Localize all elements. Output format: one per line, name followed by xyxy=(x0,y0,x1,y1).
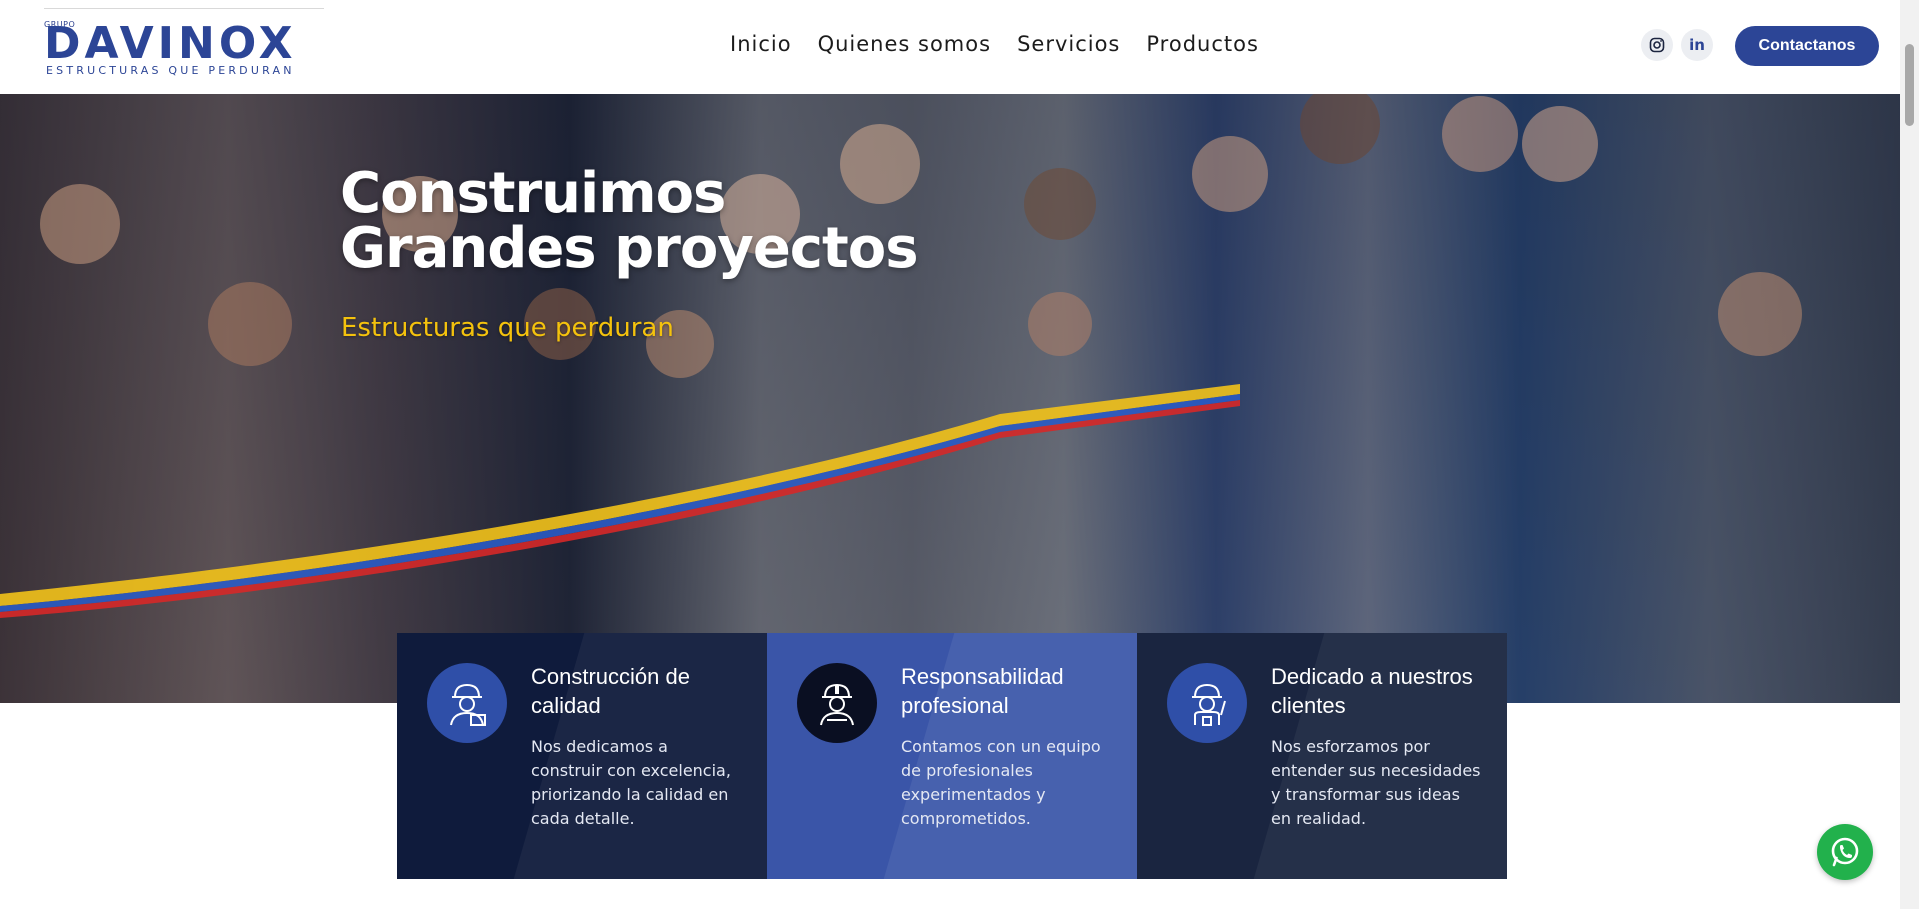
logo-tagline: ESTRUCTURAS QUE PERDURAN xyxy=(46,64,295,77)
worker-helmet-icon xyxy=(797,663,877,743)
main-nav: Inicio Quienes somos Servicios Productos xyxy=(730,32,1259,56)
feature-title: Responsabilidad profesional xyxy=(901,664,1064,718)
nav-quienes-somos[interactable]: Quienes somos xyxy=(818,32,991,56)
linkedin-icon[interactable]: in xyxy=(1681,29,1713,61)
whatsapp-icon[interactable] xyxy=(1817,824,1873,880)
feature-card-clients: Dedicado a nuestros clientes Nos esforza… xyxy=(1137,633,1507,879)
instagram-icon[interactable] xyxy=(1641,29,1673,61)
nav-productos[interactable]: Productos xyxy=(1146,32,1259,56)
logo-divider xyxy=(44,8,324,9)
feature-title: Dedicado a nuestros clientes xyxy=(1271,664,1473,718)
linkedin-glyph: in xyxy=(1689,36,1705,54)
worker-wave-icon xyxy=(1167,663,1247,743)
site-header: GRUPO DAVINOX ESTRUCTURAS QUE PERDURAN I… xyxy=(0,0,1900,94)
logo-brand: DAVINOX xyxy=(44,18,297,69)
hero-title-line-1: Construimos xyxy=(340,161,726,226)
davinox-logo[interactable]: GRUPO DAVINOX ESTRUCTURAS QUE PERDURAN xyxy=(44,8,324,78)
feature-text: Nos esforzamos por entender sus necesida… xyxy=(1271,737,1481,828)
hero-title-line-2: Grandes proyectos xyxy=(340,216,919,281)
feature-card-quality: Construcción de calidad Nos dedicamos a … xyxy=(397,633,767,879)
hero-banner: Construimos Grandes proyectos Estructura… xyxy=(0,94,1900,703)
feature-cards: Construcción de calidad Nos dedicamos a … xyxy=(397,633,1507,879)
worker-tools-icon xyxy=(427,663,507,743)
feature-text: Contamos con un equipo de profesionales … xyxy=(901,737,1101,828)
nav-servicios[interactable]: Servicios xyxy=(1017,32,1120,56)
feature-title: Construcción de calidad xyxy=(531,664,690,718)
feature-card-responsibility: Responsabilidad profesional Contamos con… xyxy=(767,633,1137,879)
hero-photo xyxy=(0,94,1900,703)
feature-text: Nos dedicamos a construir con excelencia… xyxy=(531,737,731,828)
page-scrollbar[interactable] xyxy=(1900,0,1919,909)
contact-button[interactable]: Contactanos xyxy=(1735,26,1879,66)
hero-subtitle: Estructuras que perduran xyxy=(341,313,674,343)
scrollbar-thumb[interactable] xyxy=(1905,44,1914,126)
nav-inicio[interactable]: Inicio xyxy=(730,32,792,56)
hero-title: Construimos Grandes proyectos xyxy=(340,161,919,281)
